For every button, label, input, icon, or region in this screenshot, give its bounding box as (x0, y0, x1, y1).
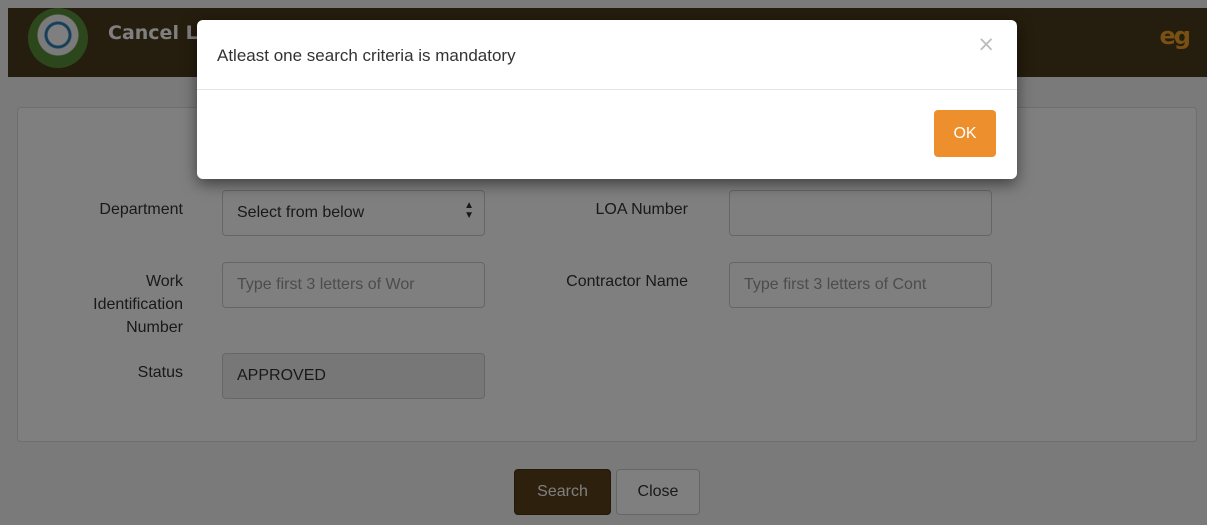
modal-header: Atleast one search criteria is mandatory… (197, 20, 1017, 90)
close-icon[interactable]: × (977, 32, 995, 56)
ok-button[interactable]: OK (934, 110, 996, 157)
modal-message: Atleast one search criteria is mandatory (217, 46, 516, 65)
alert-modal: Atleast one search criteria is mandatory… (197, 20, 1017, 179)
